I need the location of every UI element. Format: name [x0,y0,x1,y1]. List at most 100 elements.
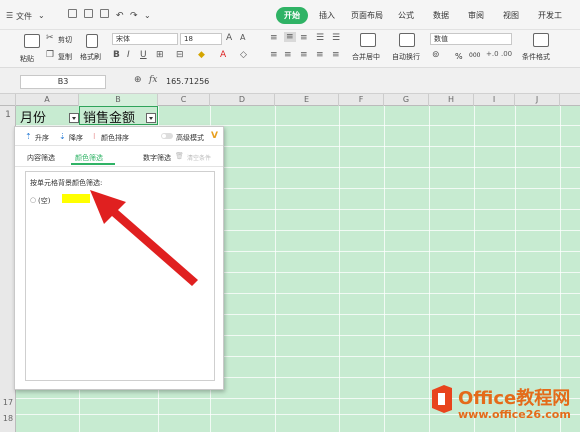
indent-decrease-icon[interactable]: ☰ [316,33,324,43]
wrap-text-icon[interactable] [399,33,415,47]
copy-icon[interactable]: ❐ [46,50,54,60]
clear-condition-button[interactable]: 清空条件 [187,153,211,162]
merge-icon[interactable]: ⊟ [176,50,184,60]
font-color-icon[interactable]: A [220,50,226,60]
active-tab-indicator [71,163,115,165]
sort-descending-button[interactable]: 降序 [69,133,83,143]
name-box[interactable]: B3 [20,75,106,89]
cell-b1[interactable]: 销售金额 [83,107,135,126]
tab-developer[interactable]: 开发工 [538,10,562,21]
justify-icon[interactable]: ≡ [316,50,324,60]
row-header-1[interactable]: 1 [0,110,16,120]
fill-color-icon[interactable]: ◆ [198,50,205,60]
align-right-icon[interactable]: ≡ [300,50,308,60]
select-all-corner[interactable] [0,94,16,106]
save-icon[interactable] [68,9,77,18]
currency-icon[interactable]: ⊚ [432,50,440,60]
tab-insert[interactable]: 插入 [319,10,335,21]
copy-button[interactable]: 复制 [58,52,72,62]
menu-icon[interactable]: ☰ [6,11,13,20]
align-top-icon[interactable]: ≡ [270,33,278,43]
scissors-icon[interactable]: ✂ [46,33,54,43]
font-size-select[interactable]: 18 [180,33,222,45]
color-sort-icon[interactable]: ⁝ [93,132,96,141]
border-icon[interactable]: ⊞ [156,50,164,60]
column-header-i[interactable]: I [474,94,515,106]
number-filter-button[interactable]: 数字筛选 [143,153,171,163]
column-header-f[interactable]: F [339,94,384,106]
align-middle-icon[interactable]: ≡ [284,32,296,42]
format-painter-icon[interactable] [86,34,98,48]
column-header-d[interactable]: D [210,94,275,106]
column-header-g[interactable]: G [384,94,429,106]
percent-button[interactable]: % [455,52,463,61]
format-painter-button[interactable]: 格式刷 [80,52,101,62]
tab-formulas[interactable]: 公式 [398,10,414,21]
filter-dropdown-a[interactable] [69,113,79,123]
tab-review[interactable]: 审阅 [468,10,484,21]
decrease-font-icon[interactable]: A [240,33,245,42]
tab-data[interactable]: 数据 [433,10,449,21]
empty-option[interactable]: (空) [38,196,50,206]
redo-icon[interactable]: ↷ [130,11,138,21]
increase-font-icon[interactable]: A [226,33,232,43]
column-header-row: A B C D E F G H I J [0,94,580,106]
cut-button[interactable]: 剪切 [58,35,72,45]
tab-content-filter[interactable]: 内容筛选 [27,153,55,163]
paste-icon[interactable] [24,34,40,48]
align-center-icon[interactable]: ≡ [284,50,292,60]
formula-bar: B3 ⊕ fx 165.71256 [0,68,580,94]
indent-increase-icon[interactable]: ☰ [332,33,340,43]
thousands-button[interactable]: 000 [469,52,480,59]
sort-descending-icon[interactable]: ⇣ [59,132,66,141]
underline-icon[interactable]: U [140,50,147,60]
sort-ascending-button[interactable]: 升序 [35,133,49,143]
gridline [384,106,385,432]
column-header-a[interactable]: A [16,94,79,106]
tab-view[interactable]: 视图 [503,10,519,21]
align-left-icon[interactable]: ≡ [270,50,278,60]
increase-decimal-icon[interactable]: +.0 [486,50,499,58]
column-header-e[interactable]: E [275,94,339,106]
print-icon[interactable] [84,9,93,18]
decrease-decimal-icon[interactable]: .00 [501,50,512,58]
watermark-title: Office教程网 [458,388,571,409]
conditional-format-button[interactable]: 条件格式 [522,52,550,62]
column-header-j[interactable]: J [515,94,560,106]
row-header-17[interactable]: 17 [0,398,16,407]
clear-format-icon[interactable]: ◇ [240,50,247,60]
number-format-select[interactable]: 数值 [430,33,512,45]
chevron-down-icon[interactable]: ⌄ [38,11,45,20]
wrap-text-button[interactable]: 自动换行 [392,52,420,62]
conditional-format-icon[interactable] [533,33,549,47]
merge-center-icon[interactable] [360,33,376,47]
tab-color-filter[interactable]: 颜色筛选 [75,153,103,163]
distribute-icon[interactable]: ≡ [332,50,340,60]
empty-option-checkbox[interactable]: ○ [30,196,36,204]
italic-icon[interactable]: I [127,50,130,60]
undo-icon[interactable]: ↶ [116,11,124,21]
customize-icon[interactable]: ⌄ [144,11,151,20]
font-name-select[interactable]: 宋体 [112,33,178,45]
sort-ascending-icon[interactable]: ⇡ [25,132,32,141]
row-header-18[interactable]: 18 [0,414,16,423]
file-menu[interactable]: 文件 [16,11,32,22]
filter-dropdown-b[interactable] [146,113,156,123]
column-header-b[interactable]: B [79,94,158,106]
print-preview-icon[interactable] [100,9,109,18]
column-header-h[interactable]: H [429,94,474,106]
merge-center-button[interactable]: 合并居中 [352,52,380,62]
column-header-c[interactable]: C [158,94,210,106]
color-sort-button[interactable]: 颜色排序 [101,133,129,143]
tab-page-layout[interactable]: 页面布局 [351,10,383,21]
bold-icon[interactable]: B [113,50,120,60]
cell-a1[interactable]: 月份 [20,107,46,126]
fx-icon[interactable]: fx [149,75,157,85]
align-bottom-icon[interactable]: ≡ [300,33,308,43]
tab-home[interactable]: 开始 [276,7,308,24]
zoom-icon[interactable]: ⊕ [134,75,142,85]
advanced-mode-toggle[interactable] [161,133,173,139]
paste-button[interactable]: 粘贴 [20,54,34,64]
formula-input[interactable]: 165.71256 [166,77,209,86]
divider [15,166,223,167]
